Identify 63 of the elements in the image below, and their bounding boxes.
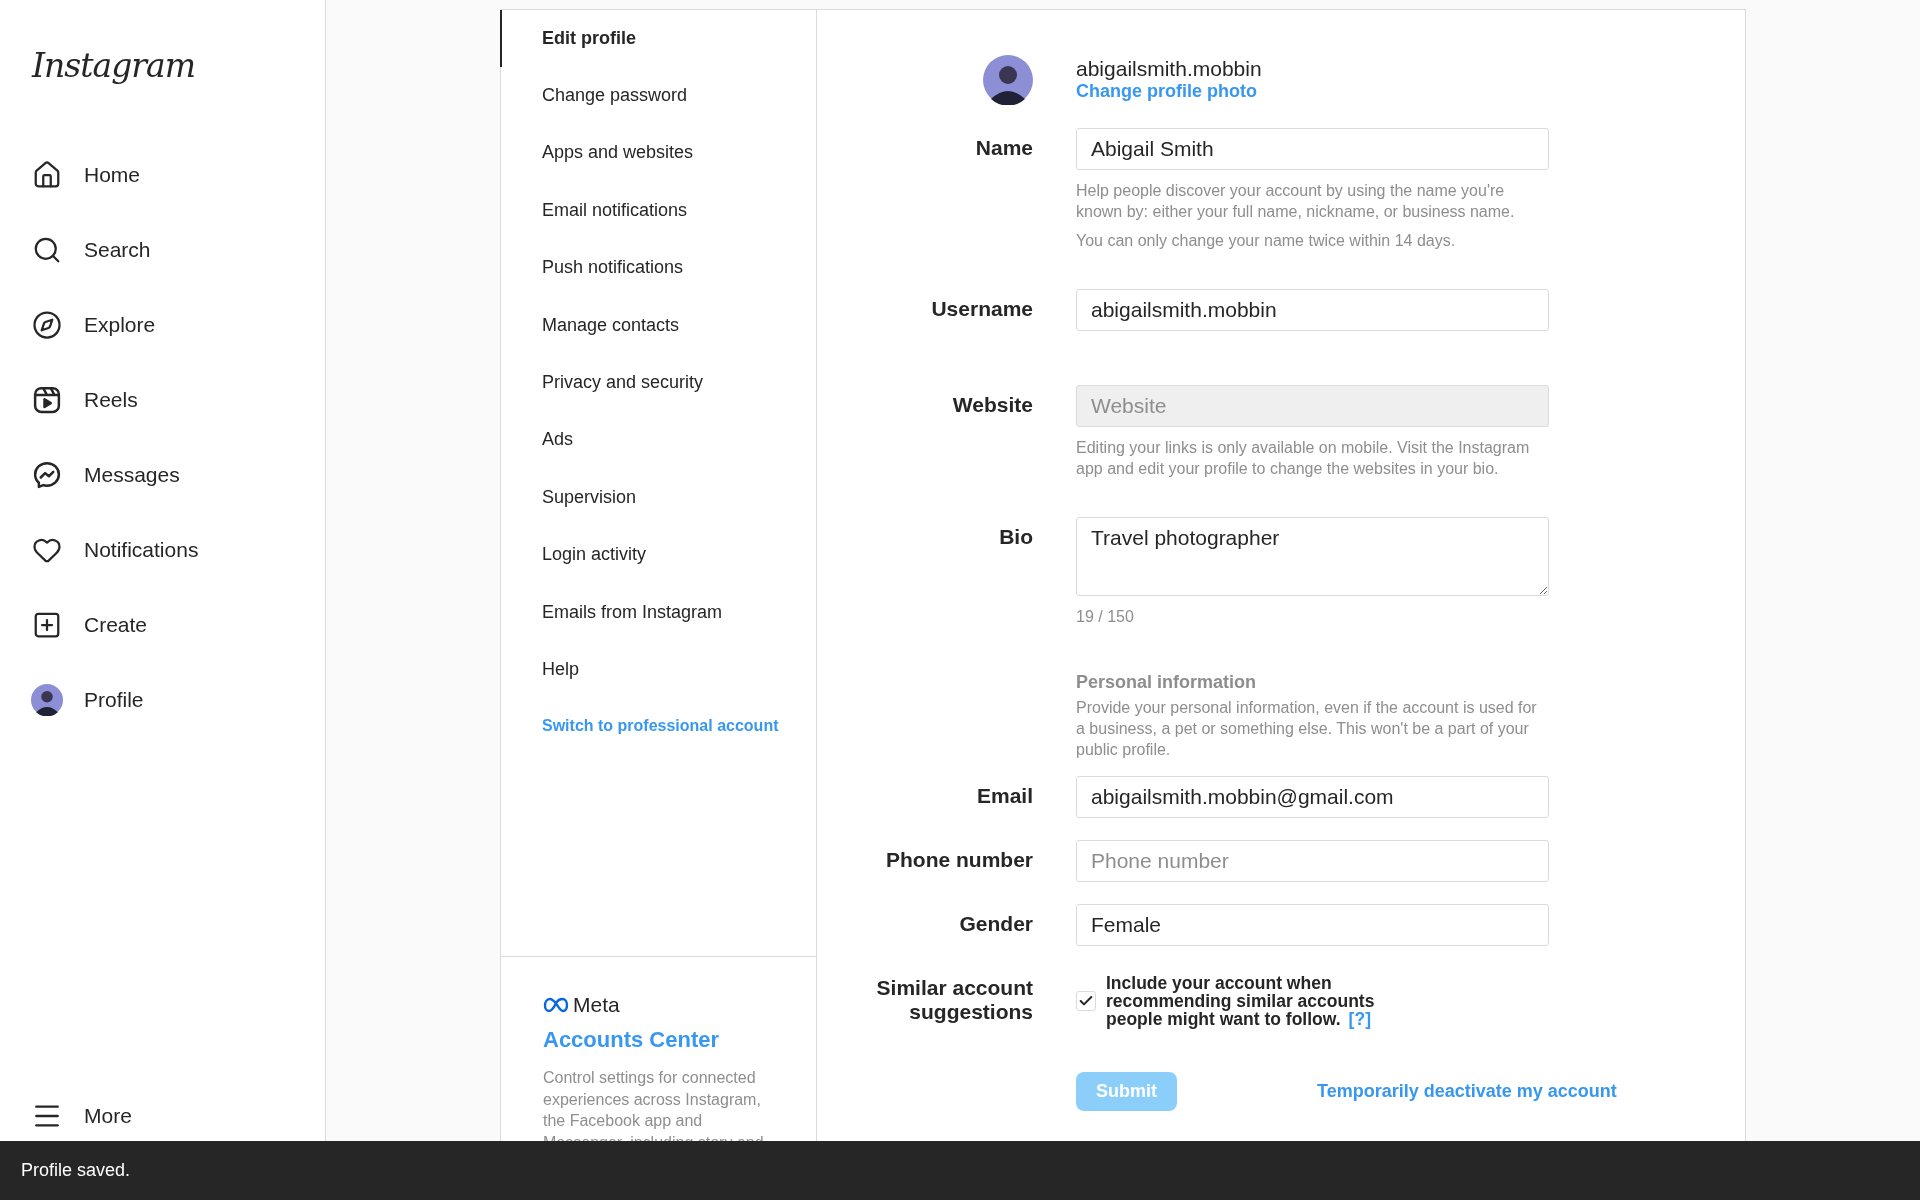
help-text: Help people discover your account by using the name you're known by: either your full name, nickname, or business name. [1076,181,1516,222]
sidebar-label: Notifications [84,537,199,562]
text-field[interactable]: Phone number [1076,840,1549,882]
text-field[interactable]: abigailsmith.mobbin [1076,289,1549,331]
section-heading: Personal information [1076,671,1258,693]
settings-tab[interactable]: Push notifications [500,247,816,305]
sidebar-label: Search [84,237,151,262]
reels-icon [32,384,62,415]
more-item[interactable]: More [30,1096,148,1136]
sidebar-item[interactable]: Create [30,587,164,662]
home-icon [32,159,62,190]
toast-message: Profile saved. [21,1160,131,1181]
text-field[interactable]: abigailsmith.mobbin@gmail.com [1076,776,1549,818]
sidebar-label: Home [84,162,141,187]
field-label: Phone number [885,847,1033,873]
meta-wordmark: Meta [573,993,620,1017]
sidebar-item[interactable]: Explore [30,287,172,362]
settings-tab[interactable]: Privacy and security [500,361,816,420]
sidebar-label: Create [84,612,148,637]
profile-avatar [983,55,1033,105]
sidebar-item[interactable]: Notifications [30,512,215,587]
sidebar-item[interactable]: Search [30,212,167,287]
help-text: You can only change your name twice within 14 days. [1076,231,1457,251]
field-label: Email [975,783,1033,809]
field-label: Website [951,392,1033,418]
sidebar-item[interactable]: Home [30,137,157,212]
settings-tab[interactable]: Manage contacts [500,304,816,362]
field-label: Username [930,296,1033,322]
settings-tab[interactable]: Help [500,648,816,707]
help-text: Editing your links is only available on mobile. Visit the Instagram app and edit your profile to change the websites in your bio. [1076,438,1531,479]
messenger-icon [32,459,62,490]
text-field[interactable]: Female [1076,904,1549,946]
settings-tab[interactable]: Apps and websites [500,132,816,190]
settings-tab[interactable]: Supervision [500,476,816,535]
checkbox-text: Include your account when recommending similar accounts people might want to follow. [?] [1106,974,1376,1028]
infinity-icon [543,997,569,1013]
sidebar-item[interactable]: Profile [30,662,160,737]
instagram-logo[interactable]: Instagram [32,46,196,85]
settings-tab[interactable]: Ads [500,419,816,477]
sidebar-label: Explore [84,312,156,337]
character-counter: 19 / 150 [1076,607,1135,627]
sidebar-label: Reels [84,387,138,412]
settings-tab[interactable]: Edit profile [500,10,816,67]
settings-tab[interactable]: Change password [500,75,816,133]
compass-icon [32,309,62,340]
field-label: Name [974,135,1033,161]
sidebar-item[interactable]: Messages [30,437,196,512]
settings-tab[interactable]: Login activity [500,534,816,592]
username-text: abigailsmith.mobbin [1076,57,1263,81]
field-label: Similar account suggestions [875,975,1033,1025]
settings-tab[interactable]: Email notifications [500,189,816,248]
sidebar-label: Profile [84,687,144,712]
sidebar-item[interactable]: Reels [30,362,154,437]
bio-field[interactable]: Travel photographer [1076,517,1549,596]
field-label: Gender [958,911,1033,937]
section-description: Provide your personal information, even if the account is used for a business, a pet or something else. This won't be a part of your public profile. [1076,698,1538,760]
sidebar-label: More [84,1104,132,1128]
sidebar-label: Messages [84,462,180,487]
text-field[interactable]: Abigail Smith [1076,128,1549,170]
avatar-icon [31,683,63,716]
field-label: Bio [998,524,1033,550]
settings-tab[interactable]: Emails from Instagram [500,591,816,649]
checkbox[interactable] [1076,991,1096,1011]
